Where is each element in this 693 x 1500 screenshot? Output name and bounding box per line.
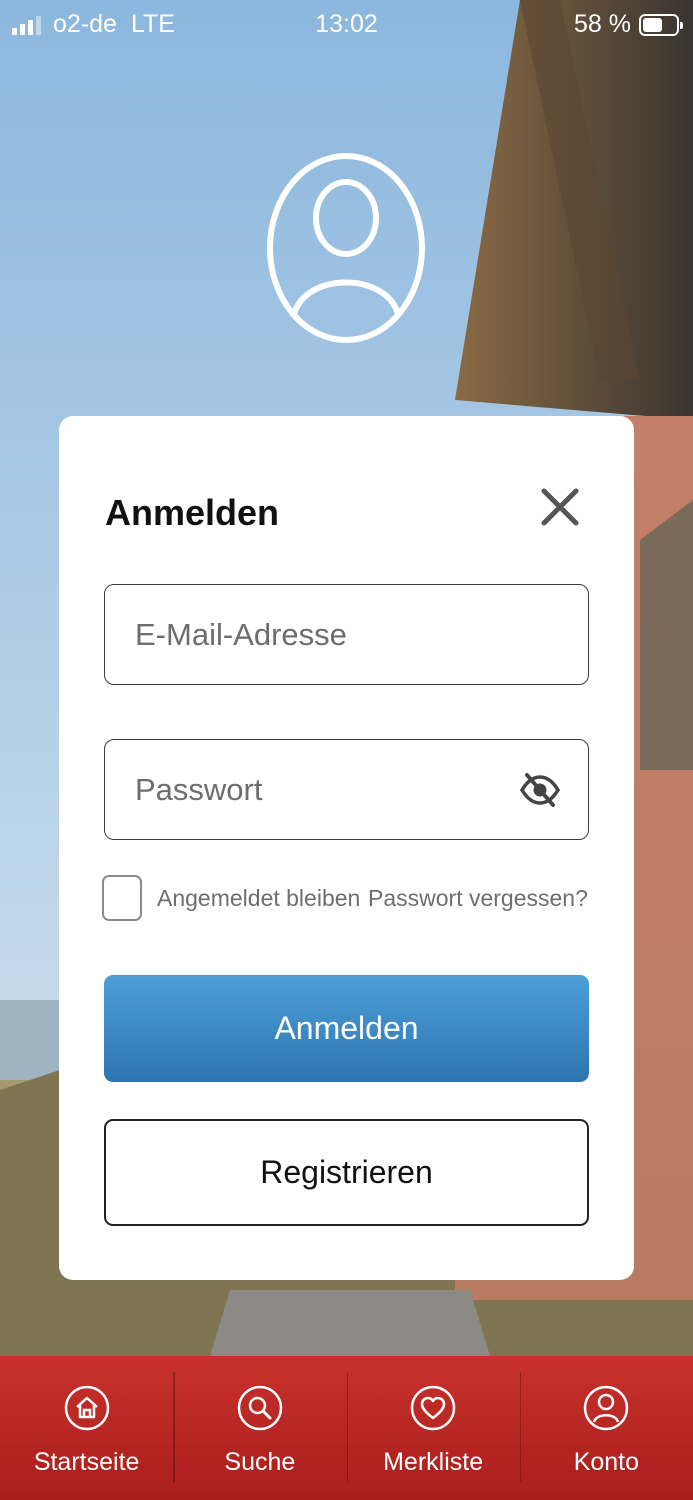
email-field[interactable] [104, 584, 589, 685]
login-button[interactable]: Anmelden [104, 975, 589, 1082]
user-icon [584, 1385, 629, 1431]
forgot-password-link[interactable]: Passwort vergessen? [368, 885, 588, 912]
remember-me-checkbox[interactable] [102, 875, 142, 921]
tab-suche[interactable]: Suche [173, 1356, 346, 1500]
battery-fill [643, 17, 662, 32]
battery-percent: 58 % [574, 10, 631, 38]
password-field[interactable] [104, 739, 589, 840]
tab-startseite[interactable]: Startseite [0, 1356, 173, 1500]
tab-label: Konto [573, 1448, 640, 1476]
home-icon [64, 1385, 109, 1431]
toggle-password-visibility-icon[interactable] [519, 772, 561, 808]
remember-me-label[interactable]: Angemeldet bleiben [157, 885, 360, 912]
tab-label: Merkliste [383, 1448, 484, 1476]
status-bar: o2-de LTE 13:02 58 % [0, 0, 693, 48]
tab-label: Startseite [33, 1448, 140, 1476]
status-right: 58 % [574, 10, 683, 39]
heart-icon [410, 1385, 456, 1431]
bottom-navigation: Startseite Suche Merkliste Konto [0, 1356, 693, 1500]
search-icon [237, 1385, 283, 1431]
register-button[interactable]: Registrieren [104, 1119, 589, 1226]
password-input[interactable] [135, 740, 515, 839]
email-input[interactable] [135, 585, 515, 684]
tab-konto[interactable]: Konto [519, 1356, 693, 1500]
login-dialog: Anmelden Angemeldet bleiben Passwort ver… [59, 416, 634, 1280]
dialog-title: Anmelden [105, 492, 280, 533]
tab-label: Suche [224, 1448, 296, 1476]
tab-merkliste[interactable]: Merkliste [346, 1356, 520, 1500]
battery-icon [639, 13, 683, 36]
remember-row: Angemeldet bleiben Passwort vergessen? [102, 875, 602, 923]
close-icon[interactable] [535, 482, 585, 532]
account-avatar-icon [266, 152, 426, 344]
